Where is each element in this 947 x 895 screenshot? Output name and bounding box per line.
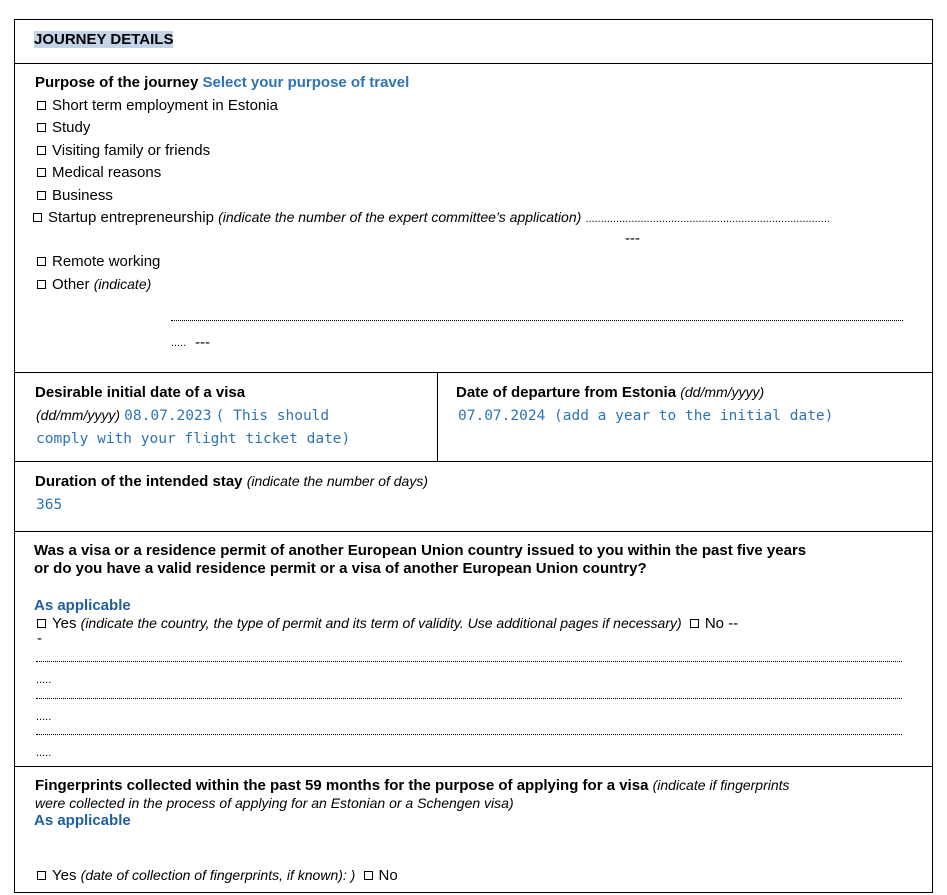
duration-heading: Duration of the intended stay (indicate … bbox=[35, 473, 428, 490]
other-label: Other bbox=[52, 276, 90, 293]
yes-label: Yes bbox=[52, 615, 77, 632]
yes-checkbox[interactable] bbox=[37, 871, 46, 880]
departure-date-heading: Date of departure from Estonia (dd/mm/yy… bbox=[456, 384, 764, 401]
duration-label: Duration of the intended stay bbox=[35, 473, 243, 490]
departure-date-format: (dd/mm/yyyy) bbox=[680, 384, 765, 400]
other-note: (indicate) bbox=[93, 276, 152, 292]
no-checkbox[interactable] bbox=[689, 619, 699, 628]
startup-note: (indicate the number of the expert commi… bbox=[218, 209, 582, 225]
checkbox[interactable] bbox=[37, 280, 46, 289]
checkbox[interactable] bbox=[33, 213, 42, 222]
fingerprints-section: Fingerprints collected within the past 5… bbox=[15, 767, 932, 892]
checkbox[interactable] bbox=[37, 123, 46, 132]
checkbox[interactable] bbox=[37, 146, 46, 155]
initial-date-comment-1: ( This should bbox=[215, 408, 330, 424]
option-business[interactable]: Business bbox=[37, 187, 113, 204]
initial-date-value-line: (dd/mm/yyyy) 08.07.2023 ( This should bbox=[36, 407, 329, 424]
column-divider bbox=[437, 373, 438, 461]
initial-date-value[interactable]: 08.07.2023 bbox=[124, 408, 211, 424]
fill-line-3-end[interactable]: ..... bbox=[36, 747, 51, 759]
fingerprints-heading: Fingerprints collected within the past 5… bbox=[35, 777, 790, 794]
checkbox[interactable] bbox=[37, 168, 46, 177]
fingerprints-label: Fingerprints collected within the past 5… bbox=[35, 777, 649, 794]
fingerprints-options: Yes (date of collection of fingerprints,… bbox=[37, 867, 398, 884]
option-medical[interactable]: Medical reasons bbox=[37, 164, 161, 181]
option-label: Remote working bbox=[52, 253, 161, 270]
option-label: Short term employment in Estonia bbox=[52, 97, 278, 114]
yes-note: (indicate the country, the type of permi… bbox=[80, 615, 682, 631]
startup-dots[interactable]: ........................................… bbox=[585, 213, 830, 225]
fill-line-2[interactable] bbox=[36, 698, 902, 699]
fingerprints-answer[interactable]: As applicable bbox=[34, 812, 131, 829]
checkbox[interactable] bbox=[37, 101, 46, 110]
fill-line-3[interactable] bbox=[36, 734, 902, 735]
purpose-heading: Purpose of the journey Select your purpo… bbox=[35, 74, 409, 91]
section-title: JOURNEY DETAILS bbox=[34, 31, 174, 48]
other-dash: --- bbox=[195, 334, 210, 351]
option-label: Visiting family or friends bbox=[52, 142, 211, 159]
prior-visa-question-2: or do you have a valid residence permit … bbox=[34, 560, 647, 577]
fill-line-1[interactable] bbox=[36, 661, 902, 662]
purpose-section: Purpose of the journey Select your purpo… bbox=[15, 64, 932, 373]
duration-note: (indicate the number of days) bbox=[246, 473, 429, 489]
fingerprints-note-2: were collected in the process of applyin… bbox=[35, 795, 514, 811]
purpose-label: Purpose of the journey bbox=[35, 74, 199, 91]
initial-date-format: (dd/mm/yyyy) bbox=[36, 407, 120, 423]
prior-visa-options: Yes (indicate the country, the type of p… bbox=[37, 615, 738, 632]
option-remote[interactable]: Remote working bbox=[37, 253, 160, 270]
fill-line-1-end[interactable]: ..... bbox=[36, 674, 51, 686]
initial-date-comment-2: comply with your flight ticket date) bbox=[36, 431, 351, 447]
option-employment[interactable]: Short term employment in Estonia bbox=[37, 97, 278, 114]
yes-label: Yes bbox=[52, 867, 77, 884]
option-startup[interactable]: Startup entrepreneurship (indicate the n… bbox=[33, 209, 830, 226]
departure-date-value[interactable]: 07.07.2024 (add a year to the initial da… bbox=[458, 408, 833, 424]
fingerprints-note-1: (indicate if fingerprints bbox=[652, 777, 790, 793]
option-other[interactable]: Other (indicate) bbox=[37, 276, 151, 293]
yes-note: (date of collection of fingerprints, if … bbox=[80, 867, 356, 883]
departure-date-label: Date of departure from Estonia bbox=[456, 384, 677, 401]
prior-visa-section: Was a visa or a residence permit of anot… bbox=[15, 532, 932, 767]
option-visiting[interactable]: Visiting family or friends bbox=[37, 142, 210, 159]
dates-section: Desirable initial date of a visa (dd/mm/… bbox=[15, 373, 932, 462]
purpose-hint[interactable]: Select your purpose of travel bbox=[203, 74, 410, 91]
journey-details-form: JOURNEY DETAILS Purpose of the journey S… bbox=[14, 19, 933, 893]
yes-checkbox[interactable] bbox=[37, 619, 46, 628]
startup-label: Startup entrepreneurship bbox=[48, 209, 214, 226]
prior-visa-answer[interactable]: As applicable bbox=[34, 597, 131, 614]
duration-section: Duration of the intended stay (indicate … bbox=[15, 462, 932, 532]
option-label: Medical reasons bbox=[52, 164, 162, 181]
prior-visa-question-1: Was a visa or a residence permit of anot… bbox=[34, 542, 807, 559]
fill-line-2-end[interactable]: ..... bbox=[36, 711, 51, 723]
other-dots-end[interactable]: ..... bbox=[171, 337, 186, 349]
duration-value[interactable]: 365 bbox=[36, 497, 62, 513]
option-label: Business bbox=[52, 187, 113, 204]
no-label: No bbox=[704, 615, 725, 632]
checkbox[interactable] bbox=[37, 257, 46, 266]
option-label: Study bbox=[52, 119, 91, 136]
dash-continuation: - bbox=[37, 630, 42, 647]
no-dash: -- bbox=[728, 615, 739, 632]
no-checkbox[interactable] bbox=[363, 871, 373, 880]
option-study[interactable]: Study bbox=[37, 119, 90, 136]
header-section: JOURNEY DETAILS bbox=[15, 20, 932, 64]
startup-dash: --- bbox=[625, 230, 640, 247]
other-fill-line[interactable] bbox=[171, 320, 903, 321]
initial-date-label: Desirable initial date of a visa bbox=[35, 384, 246, 401]
no-label: No bbox=[378, 867, 398, 884]
checkbox[interactable] bbox=[37, 191, 46, 200]
